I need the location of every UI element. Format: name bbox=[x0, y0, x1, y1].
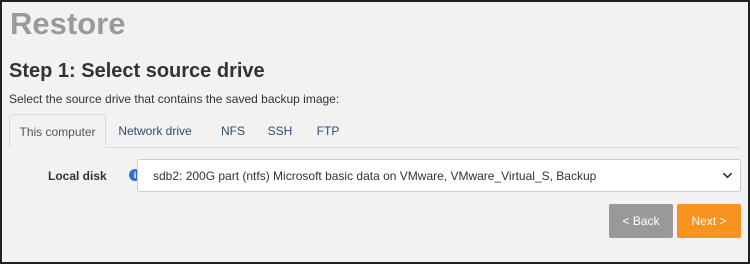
local-disk-label: Local disk bbox=[48, 169, 107, 183]
tab-nfs[interactable]: NFS bbox=[214, 114, 252, 148]
chevron-down-icon bbox=[723, 172, 732, 179]
tab-this-computer[interactable]: This computer bbox=[9, 114, 106, 149]
tab-network-drive[interactable]: Network drive bbox=[113, 114, 197, 148]
step-description: Select the source drive that contains th… bbox=[9, 92, 340, 106]
tab-ssh[interactable]: SSH bbox=[261, 114, 299, 148]
local-disk-selected-value: sdb2: 200G part (ntfs) Microsoft basic d… bbox=[153, 169, 597, 183]
tab-ftp[interactable]: FTP bbox=[309, 114, 347, 148]
back-button[interactable]: < Back bbox=[609, 204, 673, 238]
page-title: Restore bbox=[10, 6, 126, 41]
restore-window: Restore Step 1: Select source drive Sele… bbox=[0, 0, 750, 264]
next-button[interactable]: Next > bbox=[677, 204, 741, 238]
source-tabs: This computer Network drive NFS SSH FTP bbox=[9, 114, 741, 149]
step-title: Step 1: Select source drive bbox=[9, 60, 265, 82]
local-disk-select[interactable]: sdb2: 200G part (ntfs) Microsoft basic d… bbox=[137, 159, 741, 192]
